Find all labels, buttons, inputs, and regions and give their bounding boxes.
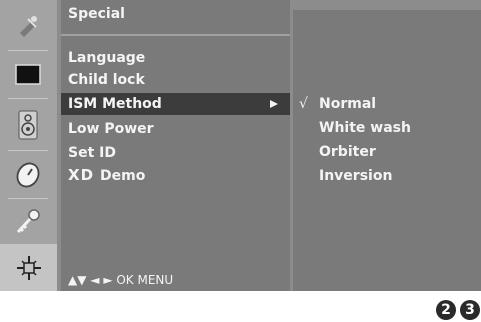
special-menu-panel: Special Language Child lock ISM Method L… bbox=[61, 0, 290, 291]
satellite-icon[interactable] bbox=[8, 8, 48, 46]
page-number-badge: 2 bbox=[436, 300, 456, 320]
menu-divider bbox=[61, 34, 290, 36]
speaker-icon[interactable] bbox=[8, 106, 48, 144]
ism-submenu-panel: √ Normal White wash Orbiter Inversion bbox=[293, 10, 481, 291]
key-icon[interactable] bbox=[8, 203, 48, 241]
xd-logo: XD bbox=[68, 166, 95, 184]
special-icon[interactable] bbox=[0, 244, 57, 291]
osd-screen: Special Language Child lock ISM Method L… bbox=[0, 0, 481, 291]
menu-item-set-id[interactable]: Set ID bbox=[61, 142, 290, 164]
menu-item-child-lock[interactable]: Child lock bbox=[61, 69, 290, 91]
menu-item-label: Language bbox=[68, 50, 146, 66]
picture-icon[interactable] bbox=[8, 56, 48, 94]
menu-item-label: Child lock bbox=[68, 72, 145, 88]
menu-item-label: Low Power bbox=[68, 121, 154, 137]
submenu-item-label: Normal bbox=[319, 96, 377, 112]
menu-item-low-power[interactable]: Low Power bbox=[61, 118, 290, 140]
page-number-badge: 3 bbox=[460, 300, 480, 320]
icon-sidebar bbox=[0, 0, 57, 291]
icon-divider bbox=[8, 50, 48, 51]
check-mark-icon: √ bbox=[299, 96, 308, 112]
icon-divider bbox=[8, 98, 48, 99]
menu-item-label: ISM Method bbox=[68, 96, 162, 112]
submenu-item-label: White wash bbox=[319, 120, 411, 136]
submenu-arrow-icon bbox=[270, 100, 278, 108]
icon-divider bbox=[8, 150, 48, 151]
menu-item-language[interactable]: Language bbox=[61, 47, 290, 69]
icon-divider bbox=[8, 198, 48, 199]
menu-item-label: Demo bbox=[100, 168, 146, 184]
menu-item-xd-demo[interactable]: XD Demo bbox=[61, 164, 290, 186]
submenu-item-orbiter[interactable]: Orbiter bbox=[293, 141, 481, 163]
navigation-hint: ▲▼ ◄ ► OK MENU bbox=[68, 273, 174, 287]
submenu-item-label: Orbiter bbox=[319, 144, 376, 160]
menu-title: Special bbox=[68, 6, 125, 22]
clock-icon[interactable] bbox=[8, 156, 48, 194]
submenu-item-label: Inversion bbox=[319, 168, 393, 184]
submenu-item-white-wash[interactable]: White wash bbox=[293, 117, 481, 139]
submenu-item-inversion[interactable]: Inversion bbox=[293, 165, 481, 187]
menu-item-label: Set ID bbox=[68, 145, 116, 161]
submenu-item-normal[interactable]: √ Normal bbox=[293, 93, 481, 115]
menu-item-ism-method[interactable]: ISM Method bbox=[61, 93, 290, 115]
